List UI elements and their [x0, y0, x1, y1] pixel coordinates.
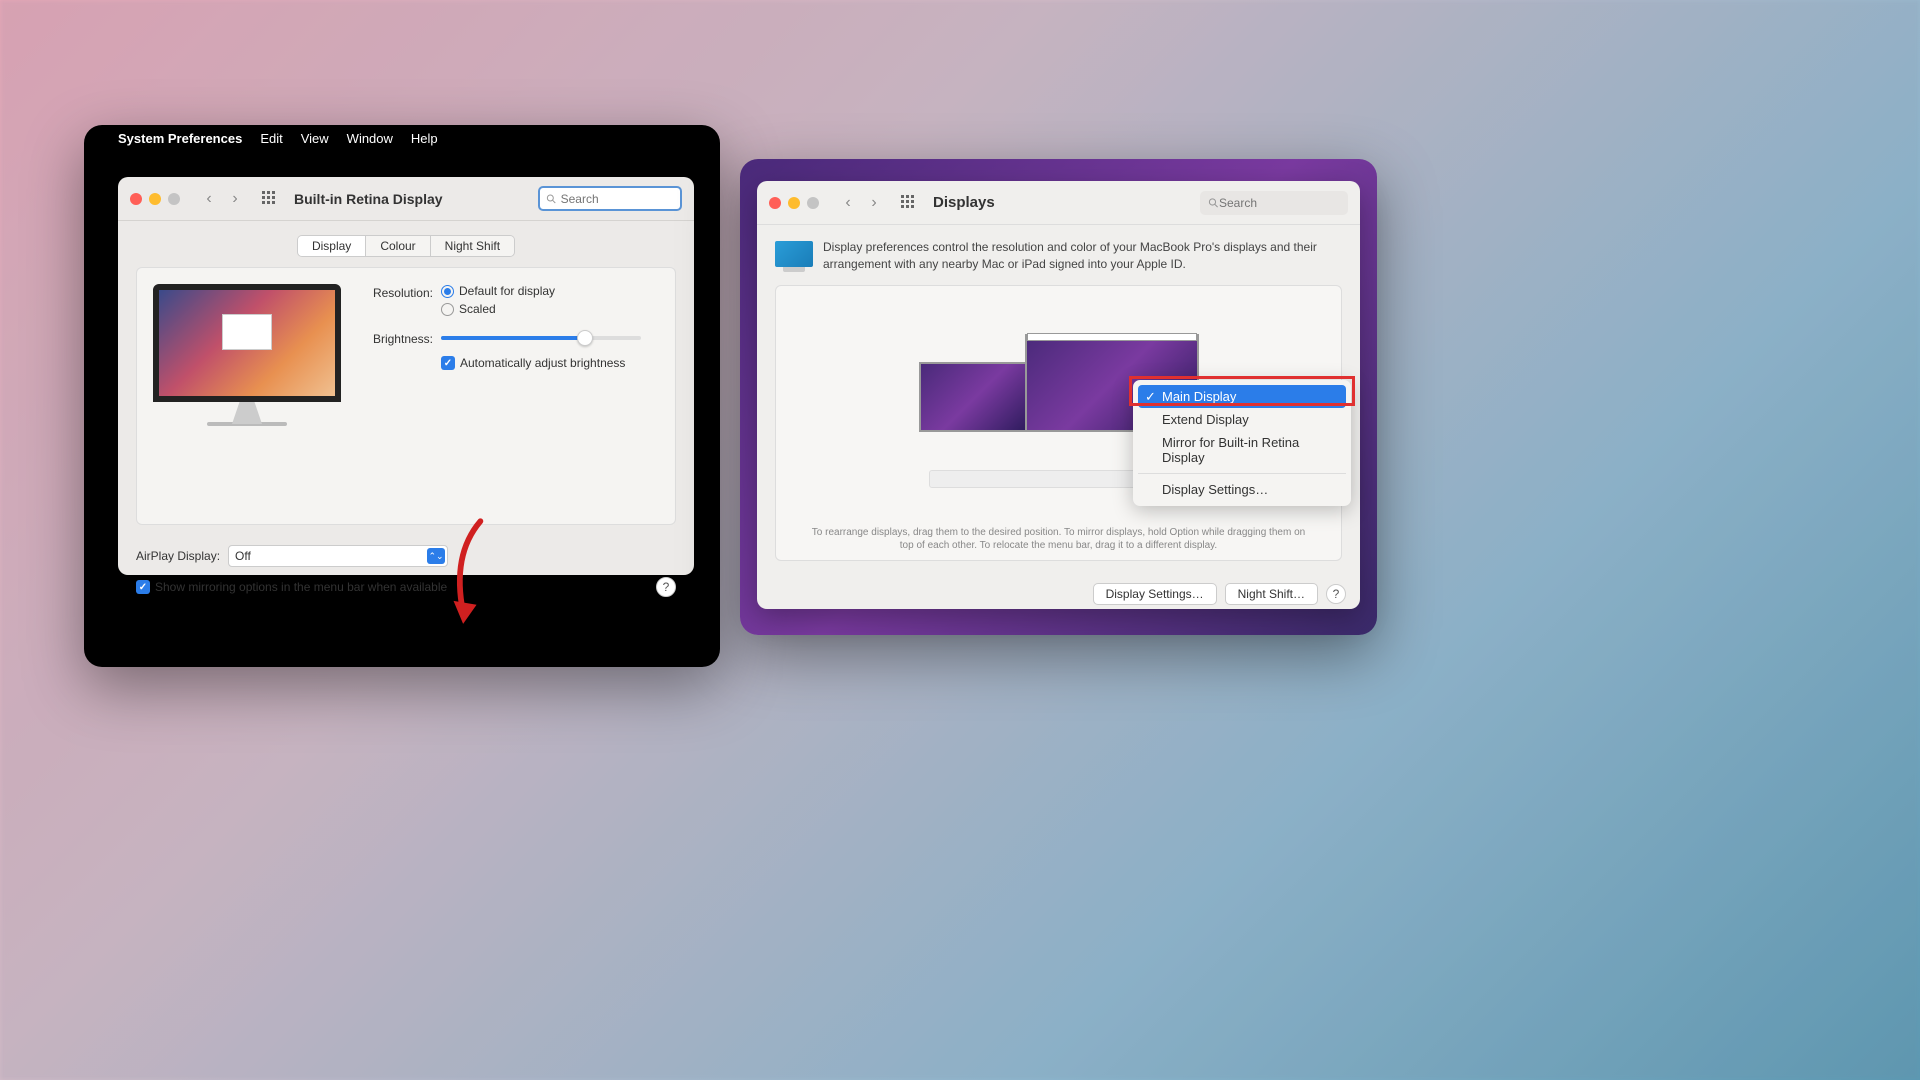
help-button[interactable]: ? — [656, 577, 676, 597]
radio-default-for-display[interactable]: Default for display — [441, 284, 555, 298]
zoom-button[interactable] — [807, 197, 819, 209]
search-input[interactable] — [1219, 196, 1340, 210]
window-title: Built-in Retina Display — [294, 191, 528, 207]
secondary-display-thumb[interactable] — [919, 362, 1033, 432]
traffic-lights — [130, 193, 180, 205]
checkbox-icon — [441, 356, 455, 370]
display-prefs-window: ‹ › Built-in Retina Display Display Colo… — [118, 177, 694, 575]
menu-edit[interactable]: Edit — [260, 131, 282, 146]
airplay-value: Off — [235, 549, 251, 563]
window-title: Displays — [933, 194, 1190, 211]
display-arrangement-area[interactable]: To rearrange displays, drag them to the … — [775, 285, 1342, 561]
radio-icon — [441, 303, 454, 316]
window-toolbar: ‹ › Displays — [757, 181, 1360, 225]
airplay-label: AirPlay Display: — [136, 549, 220, 563]
display-info-icon — [775, 241, 813, 267]
menu-help[interactable]: Help — [411, 131, 438, 146]
right-screenshot-frame: ‹ › Displays Display preferences control… — [740, 159, 1377, 635]
back-button[interactable]: ‹ — [198, 188, 220, 210]
menu-extend-display[interactable]: Extend Display — [1138, 408, 1346, 431]
search-field[interactable] — [538, 186, 682, 211]
minimize-button[interactable] — [149, 193, 161, 205]
menu-main-display[interactable]: Main Display — [1138, 385, 1346, 408]
search-input[interactable] — [561, 192, 674, 206]
minimize-button[interactable] — [788, 197, 800, 209]
window-toolbar: ‹ › Built-in Retina Display — [118, 177, 694, 221]
brightness-label: Brightness: — [357, 330, 433, 346]
app-menu[interactable]: System Preferences — [118, 131, 242, 146]
resolution-label: Resolution: — [357, 284, 433, 300]
left-screenshot-frame: System Preferences Edit View Window Help… — [84, 125, 720, 667]
info-text: Display preferences control the resoluti… — [823, 239, 1342, 273]
brightness-slider[interactable] — [441, 336, 641, 340]
tab-colour[interactable]: Colour — [366, 236, 430, 256]
radio-icon — [441, 285, 454, 298]
night-shift-button[interactable]: Night Shift… — [1225, 583, 1318, 605]
help-button[interactable]: ? — [1326, 584, 1346, 604]
dropdown-caret-icon: ⌃⌄ — [427, 548, 445, 564]
macos-menubar: System Preferences Edit View Window Help — [84, 125, 720, 152]
auto-brightness-checkbox[interactable]: Automatically adjust brightness — [441, 356, 625, 370]
tab-night-shift[interactable]: Night Shift — [431, 236, 514, 256]
show-all-icon[interactable] — [901, 195, 917, 211]
radio-scaled[interactable]: Scaled — [441, 302, 555, 316]
menu-view[interactable]: View — [301, 131, 329, 146]
display-settings-button[interactable]: Display Settings… — [1093, 583, 1217, 605]
show-mirroring-checkbox[interactable]: Show mirroring options in the menu bar w… — [136, 580, 447, 594]
menu-divider — [1138, 473, 1346, 474]
close-button[interactable] — [130, 193, 142, 205]
close-button[interactable] — [769, 197, 781, 209]
menu-window[interactable]: Window — [347, 131, 393, 146]
slider-thumb[interactable] — [577, 330, 593, 346]
display-preview-image — [153, 284, 341, 444]
tab-display[interactable]: Display — [298, 236, 366, 256]
display-panel: Resolution: Default for display Scaled B… — [136, 267, 676, 525]
menu-display-settings[interactable]: Display Settings… — [1138, 478, 1346, 501]
search-icon — [546, 193, 557, 205]
rearrange-hint: To rearrange displays, drag them to the … — [776, 526, 1341, 552]
tab-segmented-control: Display Colour Night Shift — [297, 235, 515, 257]
show-all-icon[interactable] — [262, 191, 278, 207]
displays-window: ‹ › Displays Display preferences control… — [757, 181, 1360, 609]
zoom-button[interactable] — [168, 193, 180, 205]
back-button[interactable]: ‹ — [837, 192, 859, 214]
forward-button[interactable]: › — [224, 188, 246, 210]
search-icon — [1208, 197, 1219, 209]
forward-button[interactable]: › — [863, 192, 885, 214]
airplay-dropdown[interactable]: Off ⌃⌄ — [228, 545, 448, 567]
search-field[interactable] — [1200, 191, 1348, 215]
checkbox-icon — [136, 580, 150, 594]
display-context-menu: Main Display Extend Display Mirror for B… — [1133, 380, 1351, 506]
menu-mirror-display[interactable]: Mirror for Built-in Retina Display — [1138, 431, 1346, 469]
